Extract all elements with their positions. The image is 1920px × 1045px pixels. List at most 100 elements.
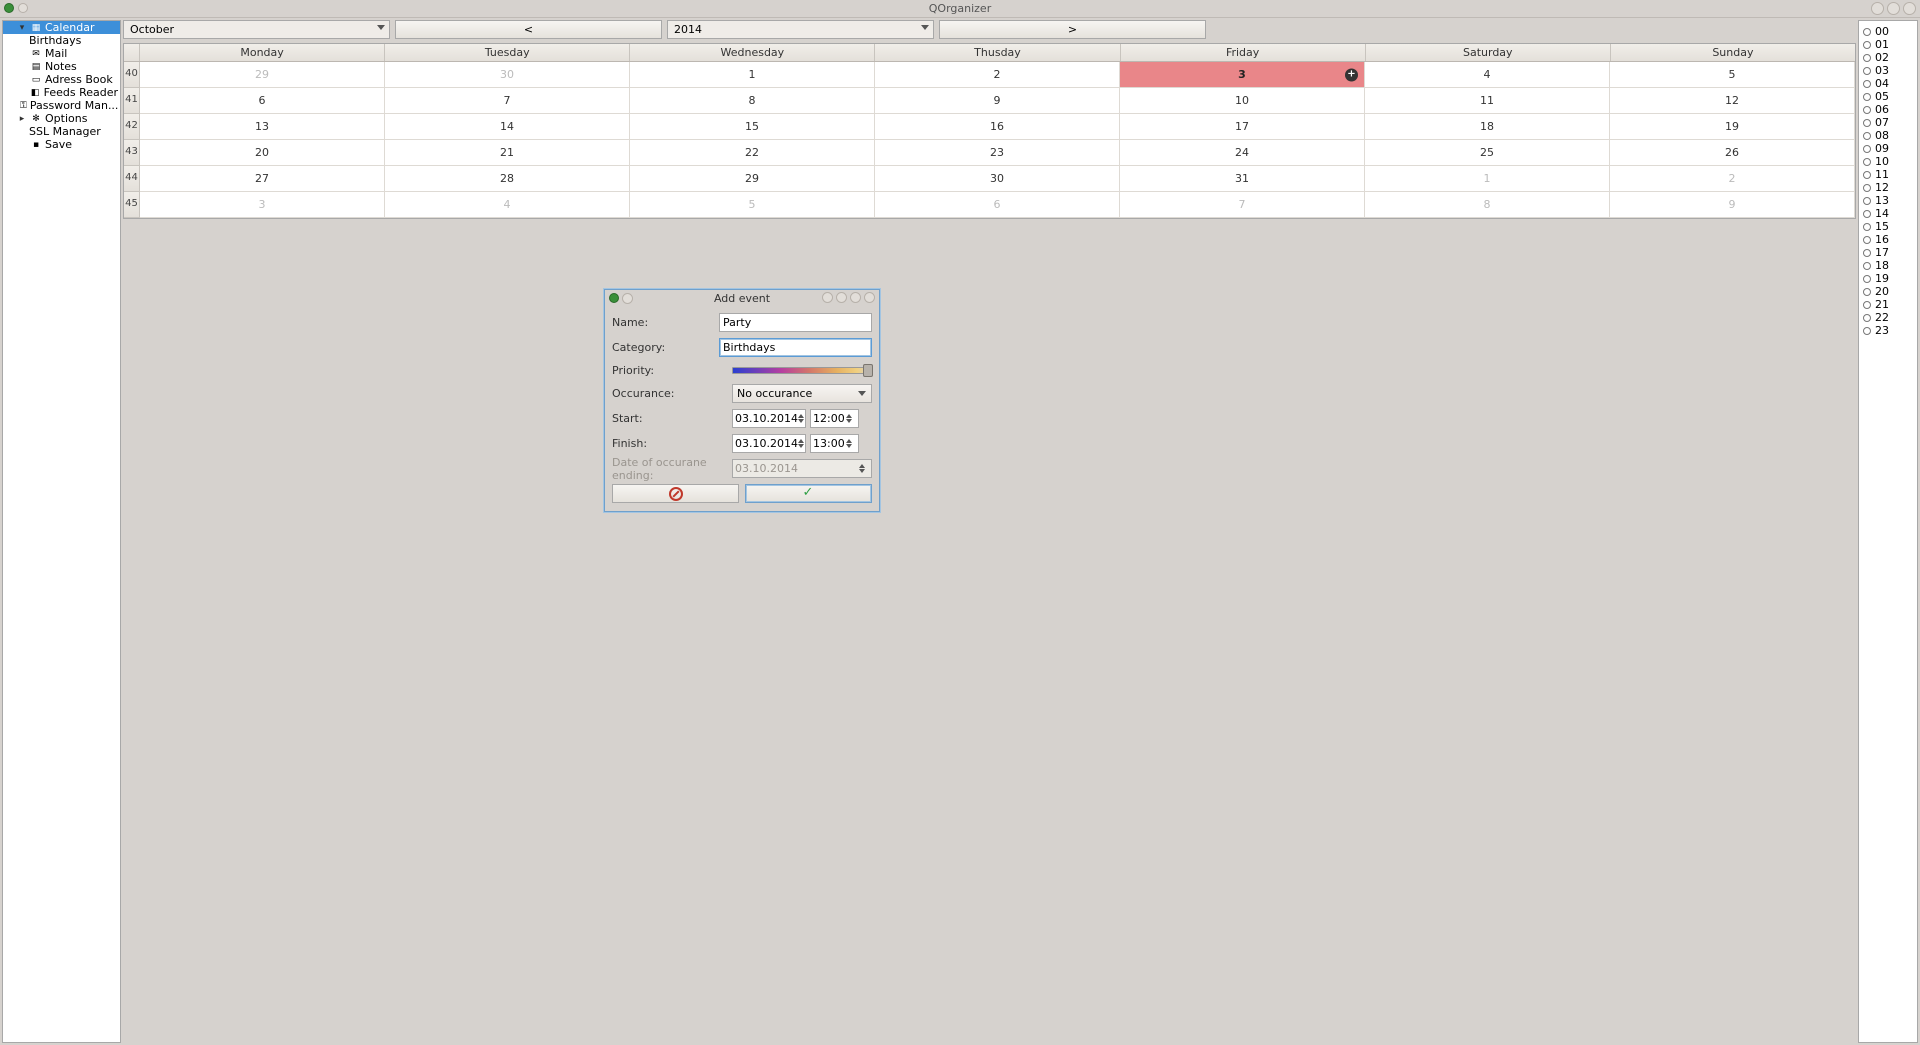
hour-item[interactable]: 06 [1859, 103, 1917, 116]
priority-slider[interactable] [732, 363, 872, 378]
slider-handle[interactable] [863, 364, 873, 377]
dialog-help-button[interactable] [822, 292, 833, 303]
day-cell[interactable]: 15 [630, 114, 875, 140]
close-button[interactable] [1903, 2, 1916, 15]
hour-item[interactable]: 14 [1859, 207, 1917, 220]
sidebar-item-save[interactable]: Save [3, 138, 120, 151]
hour-item[interactable]: 11 [1859, 168, 1917, 181]
day-cell[interactable]: 17 [1120, 114, 1365, 140]
hour-item[interactable]: 23 [1859, 324, 1917, 337]
day-cell[interactable]: 16 [875, 114, 1120, 140]
dialog-close-button[interactable] [864, 292, 875, 303]
day-cell[interactable]: 9 [1610, 192, 1855, 218]
day-cell[interactable]: 27 [140, 166, 385, 192]
hour-item[interactable]: 20 [1859, 285, 1917, 298]
day-cell[interactable]: 7 [1120, 192, 1365, 218]
day-cell[interactable]: 20 [140, 140, 385, 166]
hour-item[interactable]: 16 [1859, 233, 1917, 246]
finish-time-spinner[interactable]: 13:00 [810, 434, 859, 453]
start-time-spinner[interactable]: 12:00 [810, 409, 859, 428]
day-cell[interactable]: 12 [1610, 88, 1855, 114]
ok-button[interactable] [745, 484, 872, 503]
day-cell[interactable]: 1 [1365, 166, 1610, 192]
dialog-shade-button[interactable] [622, 293, 633, 304]
occurance-select[interactable]: No occurance [732, 384, 872, 403]
day-cell[interactable]: 5 [630, 192, 875, 218]
day-cell[interactable]: 14 [385, 114, 630, 140]
next-month-button[interactable]: > [939, 20, 1206, 39]
dialog-max-button[interactable] [850, 292, 861, 303]
day-cell[interactable]: 10 [1120, 88, 1365, 114]
titlebar-shade-button[interactable] [18, 3, 28, 13]
hour-item[interactable]: 13 [1859, 194, 1917, 207]
day-cell[interactable]: 28 [385, 166, 630, 192]
day-cell[interactable]: 23 [875, 140, 1120, 166]
hour-item[interactable]: 21 [1859, 298, 1917, 311]
hour-item[interactable]: 00 [1859, 25, 1917, 38]
day-cell[interactable]: 30 [385, 62, 630, 88]
day-cell[interactable]: 2 [1610, 166, 1855, 192]
day-cell[interactable]: 1 [630, 62, 875, 88]
minimize-button[interactable] [1871, 2, 1884, 15]
sidebar-item-password-man-[interactable]: Password Man... [3, 99, 120, 112]
day-cell[interactable]: 18 [1365, 114, 1610, 140]
day-cell[interactable]: 25 [1365, 140, 1610, 166]
day-cell[interactable]: 9 [875, 88, 1120, 114]
year-select[interactable]: 2014 [667, 20, 934, 39]
cancel-button[interactable] [612, 484, 739, 503]
day-cell[interactable]: 13 [140, 114, 385, 140]
hour-item[interactable]: 01 [1859, 38, 1917, 51]
month-select[interactable]: October [123, 20, 390, 39]
day-cell[interactable]: 21 [385, 140, 630, 166]
day-cell[interactable]: 8 [630, 88, 875, 114]
hour-item[interactable]: 05 [1859, 90, 1917, 103]
day-cell[interactable]: 7 [385, 88, 630, 114]
hour-item[interactable]: 10 [1859, 155, 1917, 168]
start-date-spinner[interactable]: 03.10.2014 [732, 409, 806, 428]
maximize-button[interactable] [1887, 2, 1900, 15]
hour-item[interactable]: 19 [1859, 272, 1917, 285]
sidebar-item-mail[interactable]: Mail [3, 47, 120, 60]
hour-item[interactable]: 18 [1859, 259, 1917, 272]
day-cell[interactable]: 5 [1610, 62, 1855, 88]
day-cell[interactable]: 26 [1610, 140, 1855, 166]
hour-item[interactable]: 02 [1859, 51, 1917, 64]
hour-item[interactable]: 15 [1859, 220, 1917, 233]
day-cell[interactable]: 8 [1365, 192, 1610, 218]
hour-item[interactable]: 08 [1859, 129, 1917, 142]
hour-item[interactable]: 22 [1859, 311, 1917, 324]
name-input[interactable] [719, 313, 872, 332]
day-cell[interactable]: 11 [1365, 88, 1610, 114]
finish-date-spinner[interactable]: 03.10.2014 [732, 434, 806, 453]
day-cell[interactable]: 4 [385, 192, 630, 218]
day-cell[interactable]: 6 [875, 192, 1120, 218]
day-cell[interactable]: 22 [630, 140, 875, 166]
day-cell[interactable]: 19 [1610, 114, 1855, 140]
sidebar-item-notes[interactable]: Notes [3, 60, 120, 73]
add-event-icon[interactable]: + [1345, 68, 1358, 81]
prev-month-button[interactable]: < [395, 20, 662, 39]
hour-item[interactable]: 03 [1859, 64, 1917, 77]
day-cell[interactable]: 6 [140, 88, 385, 114]
sidebar-item-calendar[interactable]: ▾Calendar [3, 21, 120, 34]
day-cell[interactable]: 31 [1120, 166, 1365, 192]
day-cell[interactable]: 29 [140, 62, 385, 88]
dialog-min-button[interactable] [836, 292, 847, 303]
day-cell[interactable]: 4 [1365, 62, 1610, 88]
sidebar-item-adress-book[interactable]: Adress Book [3, 73, 120, 86]
hour-item[interactable]: 17 [1859, 246, 1917, 259]
day-cell[interactable]: 24 [1120, 140, 1365, 166]
sidebar-item-feeds-reader[interactable]: Feeds Reader [3, 86, 120, 99]
hour-item[interactable]: 12 [1859, 181, 1917, 194]
day-cell[interactable]: 3 [140, 192, 385, 218]
sidebar-item-options[interactable]: ▸Options [3, 112, 120, 125]
sidebar-item-birthdays[interactable]: Birthdays [3, 34, 120, 47]
sidebar-item-ssl-manager[interactable]: SSL Manager [3, 125, 120, 138]
hour-item[interactable]: 04 [1859, 77, 1917, 90]
day-cell[interactable]: 3+ [1120, 62, 1365, 88]
day-cell[interactable]: 2 [875, 62, 1120, 88]
day-cell[interactable]: 29 [630, 166, 875, 192]
day-cell[interactable]: 30 [875, 166, 1120, 192]
hour-item[interactable]: 07 [1859, 116, 1917, 129]
hour-item[interactable]: 09 [1859, 142, 1917, 155]
